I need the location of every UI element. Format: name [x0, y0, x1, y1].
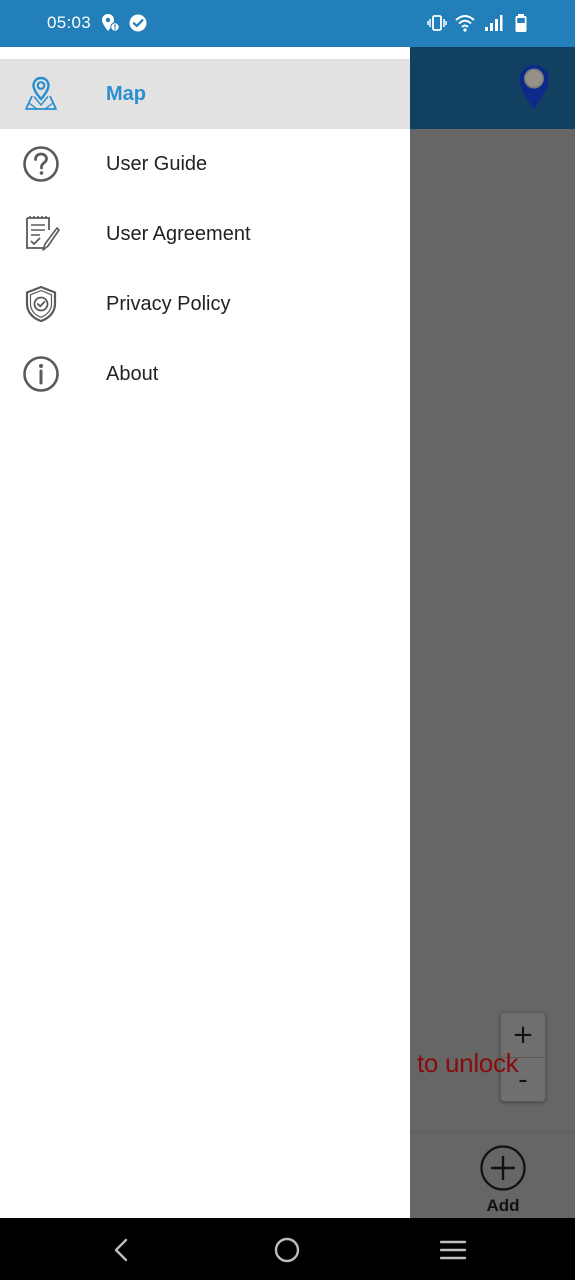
back-icon[interactable]	[107, 1235, 137, 1265]
battery-icon	[515, 14, 527, 32]
drawer-item-label: User Guide	[106, 152, 208, 175]
check-circle-icon	[129, 14, 147, 32]
drawer-item-user-agreement[interactable]: User Agreement	[0, 199, 410, 269]
status-bar: 05:03	[0, 0, 575, 47]
drawer-menu: Map User Guide User Agreement Privacy Po…	[0, 59, 410, 409]
document-check-icon	[26, 216, 60, 251]
drawer-item-label: User Agreement	[106, 222, 251, 245]
wifi-icon	[455, 15, 475, 32]
drawer-item-about[interactable]: About	[0, 339, 410, 409]
shield-check-icon	[25, 285, 57, 323]
unlock-text: to unlock	[417, 1048, 519, 1078]
add-circle-icon	[480, 1145, 526, 1191]
location-pin-icon[interactable]	[517, 63, 551, 111]
location-alert-icon	[102, 14, 120, 32]
signal-icon	[485, 15, 503, 31]
add-button[interactable]: Add	[478, 1144, 528, 1216]
menu-icon[interactable]	[438, 1235, 468, 1265]
info-icon	[23, 356, 59, 392]
screen: 05:03 + - to unlock Add Map User Guide U…	[0, 0, 575, 1280]
drawer-item-privacy-policy[interactable]: Privacy Policy	[0, 269, 410, 339]
vibrate-icon	[427, 15, 447, 31]
drawer-item-map[interactable]: Map	[0, 59, 410, 129]
help-circle-icon	[23, 146, 59, 182]
map-pin-icon	[25, 76, 57, 110]
system-nav-bar	[0, 1218, 575, 1280]
drawer-item-label: Privacy Policy	[106, 292, 231, 315]
drawer-item-label: About	[106, 362, 159, 385]
drawer-item-label: Map	[106, 82, 146, 105]
add-label: Add	[486, 1196, 520, 1215]
status-time: 05:03	[47, 13, 92, 32]
drawer-item-user-guide[interactable]: User Guide	[0, 129, 410, 199]
home-icon[interactable]	[272, 1235, 302, 1265]
navigation-drawer: Map User Guide User Agreement Privacy Po…	[0, 47, 410, 1218]
